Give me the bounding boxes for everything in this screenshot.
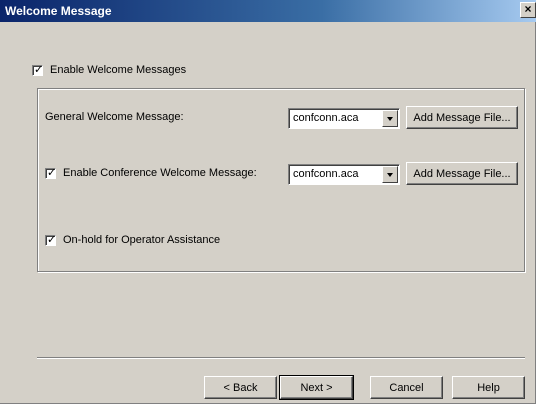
conference-welcome-value: confconn.aca: [293, 168, 359, 180]
check-icon: ✓: [34, 63, 44, 76]
general-welcome-dropdown[interactable]: confconn.aca: [288, 108, 400, 129]
close-button[interactable]: ×: [520, 2, 536, 18]
help-button[interactable]: Help: [452, 376, 525, 399]
enable-conference-checkbox[interactable]: ✓ Enable Conference Welcome Message:: [45, 167, 257, 179]
general-welcome-value: confconn.aca: [293, 112, 359, 124]
cancel-button[interactable]: Cancel: [370, 376, 443, 399]
check-icon: ✓: [47, 233, 57, 246]
chevron-down-icon[interactable]: [382, 110, 398, 127]
general-welcome-label: General Welcome Message:: [45, 111, 184, 123]
enable-welcome-checkbox[interactable]: ✓ Enable Welcome Messages: [32, 64, 186, 76]
chevron-down-icon[interactable]: [382, 166, 398, 183]
checkbox-box[interactable]: ✓: [45, 166, 57, 179]
onhold-operator-checkbox[interactable]: ✓ On-hold for Operator Assistance: [45, 234, 220, 246]
checkbox-box[interactable]: ✓: [45, 233, 57, 246]
enable-welcome-label: Enable Welcome Messages: [50, 64, 187, 76]
close-icon: ×: [524, 2, 532, 16]
enable-conference-label: Enable Conference Welcome Message:: [63, 167, 257, 179]
onhold-operator-label: On-hold for Operator Assistance: [63, 234, 221, 246]
next-button[interactable]: Next >: [279, 375, 354, 400]
title-bar: Welcome Message ×: [0, 0, 536, 22]
conference-welcome-dropdown[interactable]: confconn.aca: [288, 164, 400, 185]
dialog-title: Welcome Message: [5, 4, 112, 18]
general-add-message-file-button[interactable]: Add Message File...: [406, 106, 518, 129]
back-button[interactable]: < Back: [204, 376, 277, 399]
check-icon: ✓: [47, 166, 57, 179]
footer-separator: [37, 357, 525, 359]
checkbox-box[interactable]: ✓: [32, 63, 44, 76]
conference-add-message-file-button[interactable]: Add Message File...: [406, 162, 518, 185]
dialog-window: Welcome Message × ✓ Enable Welcome Messa…: [0, 0, 536, 404]
